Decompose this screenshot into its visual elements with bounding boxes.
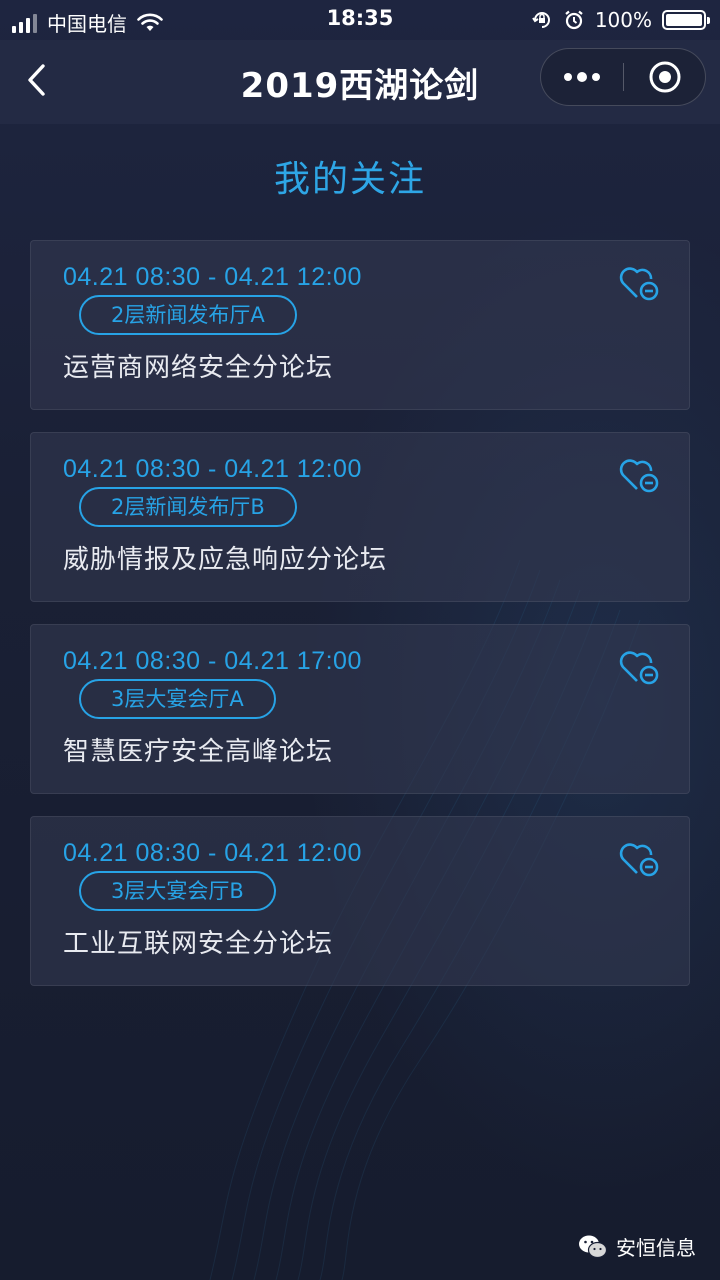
unfollow-button[interactable] [617, 261, 661, 305]
unfollow-button[interactable] [617, 837, 661, 881]
session-card[interactable]: 04.21 08:30 - 04.21 12:00 2层新闻发布厅A 运营商网络… [30, 240, 690, 410]
session-time: 04.21 08:30 - 04.21 12:00 [63, 263, 362, 291]
session-room-badge: 2层新闻发布厅B [79, 487, 297, 527]
session-title: 运营商网络安全分论坛 [63, 353, 334, 383]
session-title: 智慧医疗安全高峰论坛 [63, 737, 334, 767]
heart-minus-icon [619, 651, 659, 685]
rotation-lock-icon [531, 12, 550, 28]
battery-label: 100% [594, 8, 652, 32]
unfollow-button[interactable] [617, 453, 661, 497]
more-dots-icon [577, 72, 587, 82]
more-button[interactable] [541, 49, 623, 105]
battery-icon [662, 10, 710, 30]
capsule-menu [540, 48, 706, 106]
wechat-icon [579, 1235, 608, 1258]
watermark: 安恒信息 [578, 1232, 696, 1261]
heart-minus-icon [619, 267, 659, 301]
close-miniprogram-button[interactable] [625, 49, 705, 105]
watermark-text: 安恒信息 [616, 1236, 696, 1260]
alarm-icon [565, 10, 583, 30]
more-dots-icon [592, 73, 600, 81]
heart-minus-icon [619, 459, 659, 493]
session-card[interactable]: 04.21 08:30 - 04.21 17:00 3层大宴会厅A 智慧医疗安全… [30, 624, 690, 794]
more-dots-icon [564, 73, 572, 81]
session-card[interactable]: 04.21 08:30 - 04.21 12:00 2层新闻发布厅B 威胁情报及… [30, 432, 690, 602]
session-card[interactable]: 04.21 08:30 - 04.21 12:00 3层大宴会厅B 工业互联网安… [30, 816, 690, 986]
session-time: 04.21 08:30 - 04.21 12:00 [63, 455, 362, 483]
session-time: 04.21 08:30 - 04.21 12:00 [63, 839, 362, 867]
status-right: 100% [531, 8, 710, 32]
target-close-icon [649, 61, 681, 93]
session-room-badge: 3层大宴会厅B [79, 871, 276, 911]
session-room-badge: 2层新闻发布厅A [79, 295, 297, 335]
status-bar: 中国电信 18:35 100% [0, 0, 720, 40]
nav-bar: 2019西湖论剑 [0, 40, 720, 124]
session-room-badge: 3层大宴会厅A [79, 679, 276, 719]
heart-minus-icon [619, 843, 659, 877]
session-title: 工业互联网安全分论坛 [63, 929, 334, 959]
page-heading: 我的关注 [273, 159, 426, 200]
session-time: 04.21 08:30 - 04.21 17:00 [63, 647, 362, 675]
unfollow-button[interactable] [617, 645, 661, 689]
capsule-divider [623, 63, 624, 91]
session-title: 威胁情报及应急响应分论坛 [63, 545, 388, 575]
